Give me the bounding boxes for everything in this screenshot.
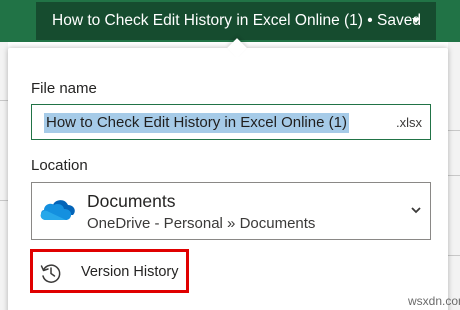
document-title-button[interactable]: How to Check Edit History in Excel Onlin… [36, 2, 436, 40]
file-extension: .xlsx [396, 115, 422, 130]
sheet-background-left [0, 42, 8, 310]
caret-down-icon [412, 18, 420, 23]
sheet-gridline [448, 175, 460, 176]
file-name-input[interactable]: How to Check Edit History in Excel Onlin… [31, 104, 431, 140]
title-bar: How to Check Edit History in Excel Onlin… [0, 0, 460, 42]
onedrive-cloud-icon [40, 200, 75, 220]
sheet-background-right [448, 42, 460, 310]
chevron-down-icon [411, 207, 421, 214]
location-path: OneDrive - Personal » Documents [87, 215, 316, 232]
version-history-button[interactable]: Version History [30, 249, 189, 293]
location-label: Location [31, 157, 88, 174]
version-history-label: Version History [81, 264, 179, 280]
location-picker[interactable]: Documents OneDrive - Personal » Document… [31, 182, 431, 240]
history-icon [40, 264, 61, 283]
excel-online-window: How to Check Edit History in Excel Onlin… [0, 0, 460, 310]
sheet-gridline [0, 100, 8, 101]
file-name-value: How to Check Edit History in Excel Onlin… [44, 113, 349, 133]
document-title: How to Check Edit History in Excel Onlin… [52, 12, 421, 29]
sheet-gridline [448, 255, 460, 256]
sheet-gridline [0, 200, 8, 201]
location-name: Documents [87, 191, 176, 211]
file-name-label: File name [31, 80, 97, 97]
watermark: wsxdn.com [408, 294, 460, 308]
sheet-gridline [448, 130, 460, 131]
